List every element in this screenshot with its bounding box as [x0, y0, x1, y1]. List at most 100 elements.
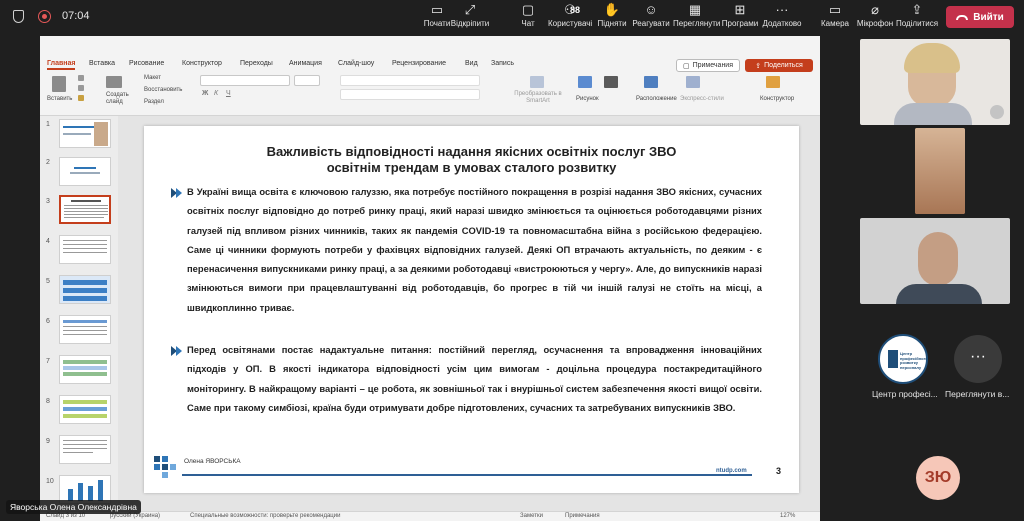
more-button[interactable]: ··· Додатково	[760, 2, 804, 28]
designer-icon	[766, 76, 780, 88]
apps-button[interactable]: ⊞ Програми	[718, 2, 762, 28]
slide-thumbnail[interactable]	[59, 395, 111, 424]
slide-thumbnail[interactable]	[59, 275, 111, 304]
alignment-group	[340, 89, 480, 100]
chat-button[interactable]: ▢ Чат	[506, 2, 550, 28]
tab-draw[interactable]: Рисование	[129, 60, 164, 67]
thumb-number: 3	[46, 198, 50, 205]
author-name: Олена ЯВОРСЬКА	[184, 458, 241, 465]
slide-thumbnail[interactable]	[59, 157, 111, 186]
participant-video-1[interactable]	[860, 39, 1010, 125]
thumb-number: 8	[46, 398, 50, 405]
phone-icon	[956, 14, 969, 20]
view-button[interactable]: ▦ Переглянути	[673, 2, 720, 28]
paste-icon	[52, 76, 66, 92]
zoom-level[interactable]: 127%	[780, 513, 795, 519]
paste-button[interactable]: Вставить	[47, 96, 72, 102]
reset-button[interactable]: Восстановить	[144, 87, 182, 93]
comments-button[interactable]: ▢ Примечания	[676, 59, 740, 72]
footer-divider	[182, 474, 752, 476]
shared-powerpoint-window: Главная Вставка Рисование Конструктор Пе…	[40, 36, 820, 521]
layout-button[interactable]: Макет	[144, 75, 161, 81]
camera-button[interactable]: ▭ Камера	[813, 2, 857, 28]
tab-design[interactable]: Конструктор	[182, 60, 222, 67]
more-participants-button[interactable]: ···	[954, 335, 1002, 383]
font-name-select[interactable]	[200, 75, 290, 86]
underline-button[interactable]: Ч	[226, 90, 231, 97]
ppt-share-button[interactable]: ⇪ Поделиться	[745, 59, 813, 72]
paragraph-group	[340, 75, 480, 86]
self-avatar[interactable]: ЗЮ	[916, 456, 960, 500]
tab-transitions[interactable]: Переходы	[240, 60, 273, 67]
mic-button[interactable]: ⌀ Мікрофон	[853, 2, 897, 28]
unpin-icon: ⤢	[464, 2, 476, 17]
tab-view[interactable]: Вид	[465, 60, 478, 67]
more-participants-caption: Переглянути в...	[945, 389, 1010, 399]
designer-button[interactable]: Конструктор	[760, 96, 794, 102]
slide-thumbnail[interactable]	[59, 315, 111, 344]
comment-icon: ▢	[682, 62, 690, 70]
italic-button[interactable]: К	[214, 90, 218, 97]
org-logo-text: Центр професійного розвитку персоналу	[900, 351, 928, 370]
participant-video-3[interactable]	[860, 218, 1010, 304]
thumb-number: 9	[46, 438, 50, 445]
status-bar: Слайд 3 из 10 русский (Украина) Специаль…	[40, 511, 820, 521]
slide-thumbnail[interactable]	[59, 119, 111, 148]
arrange-icon	[644, 76, 658, 88]
slide-page-number: 3	[776, 466, 782, 476]
raise-hand-button[interactable]: ✋ Підняти	[590, 2, 634, 28]
thumb-number: 6	[46, 318, 50, 325]
thumb-number: 7	[46, 358, 50, 365]
more-icon: ···	[775, 2, 789, 17]
quick-styles-button[interactable]: Экспресс-стили	[680, 96, 724, 102]
tab-animations[interactable]: Анимация	[289, 60, 322, 67]
convert-smartart-button[interactable]: Преобразовать в SmartArt	[510, 91, 566, 105]
picture-button[interactable]: Рисунок	[576, 96, 599, 102]
participant-video-2[interactable]	[915, 128, 965, 214]
tab-slideshow[interactable]: Слайд-шоу	[338, 60, 374, 67]
slide-thumbnail[interactable]	[59, 435, 111, 464]
recording-icon	[36, 8, 52, 24]
slide-thumbnails-pane: 1 2 3 4 5 6 7 8 9 10	[40, 116, 118, 511]
shield-icon[interactable]	[10, 8, 26, 24]
slide-thumbnail[interactable]	[59, 355, 111, 384]
body-paragraph-1: В Україні вища освіта є ключовою галуззю…	[187, 186, 762, 313]
section-button[interactable]: Раздел	[144, 99, 164, 105]
unpin-button[interactable]: ⤢ Відкріпити	[448, 2, 492, 28]
picture-icon	[578, 76, 592, 88]
tab-record[interactable]: Запись	[491, 60, 514, 67]
toolbar-left: 07:04	[10, 8, 90, 24]
slide-title-line1: Важливість відповідності надання якісних…	[266, 144, 677, 159]
org-avatar[interactable]: Центр професійного розвитку персоналу	[878, 334, 928, 384]
react-button[interactable]: ☺ Реагувати	[629, 2, 673, 28]
pin-icon[interactable]	[990, 105, 1004, 119]
meeting-toolbar: 07:04 ▭ Почати ⤢ Відкріпити ▢ Чат ⚇ 88 К…	[0, 0, 1024, 36]
comments-status-button[interactable]: Примечания	[565, 513, 600, 519]
bold-button[interactable]: Ж	[202, 90, 208, 97]
people-button[interactable]: ⚇ 88 Користувачі	[548, 2, 592, 28]
notes-button[interactable]: Заметки	[520, 513, 543, 519]
ribbon-home: Вставить Создать слайд Макет Восстановит…	[40, 72, 820, 116]
leave-button[interactable]: Вийти	[946, 6, 1014, 28]
tab-insert[interactable]: Вставка	[89, 60, 115, 67]
share-icon: ⇪	[911, 2, 923, 17]
tab-home[interactable]: Главная	[47, 60, 76, 70]
arrange-button[interactable]: Расположение	[636, 96, 677, 102]
new-slide-button[interactable]: Создать слайд	[106, 92, 130, 106]
raise-hand-icon: ✋	[603, 2, 621, 17]
shapes-icon[interactable]	[604, 76, 618, 88]
format-painter-icon[interactable]	[78, 95, 84, 101]
slide-thumbnail-selected[interactable]	[59, 195, 111, 224]
share-person-icon: ⇪	[755, 62, 762, 70]
share-button[interactable]: ⇪ Поділитися	[895, 2, 939, 28]
font-size-select[interactable]	[294, 75, 320, 86]
accessibility-status[interactable]: Специальные возможности: проверьте реком…	[190, 513, 340, 519]
view-icon: ▦	[688, 2, 702, 17]
copy-icon[interactable]	[78, 85, 84, 91]
slide-title-line2: освітнім трендам в умовах сталого розвит…	[326, 160, 617, 175]
chevron-bullet-icon	[171, 187, 183, 199]
slide-thumbnail[interactable]	[59, 235, 111, 264]
mic-off-icon: ⌀	[871, 2, 879, 17]
tab-review[interactable]: Рецензирование	[392, 60, 446, 67]
cut-icon[interactable]	[78, 75, 84, 81]
